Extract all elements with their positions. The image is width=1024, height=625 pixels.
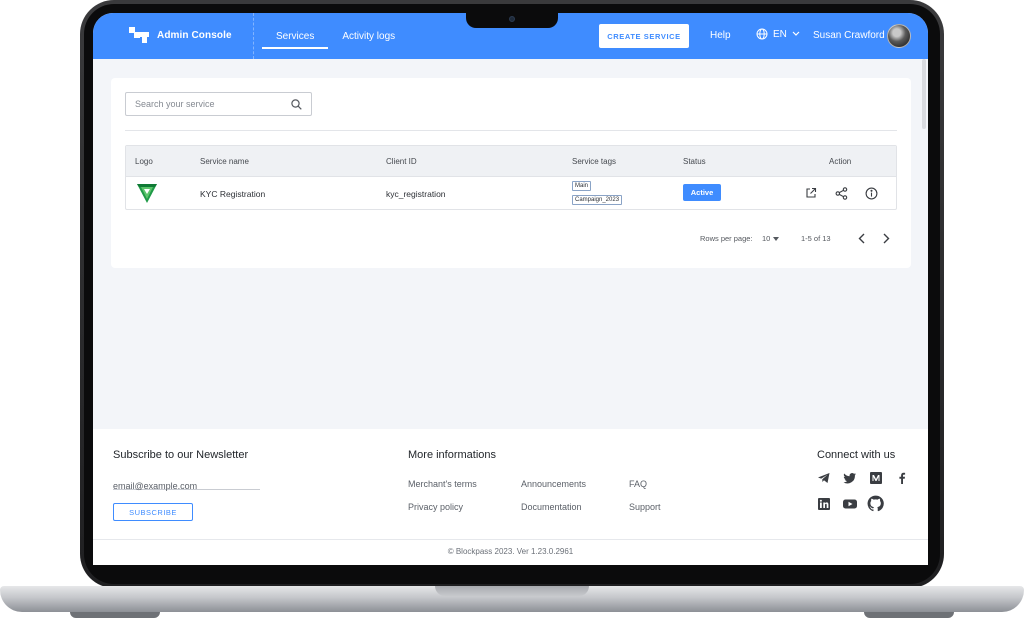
service-name[interactable]: KYC Registration bbox=[200, 189, 265, 199]
column-service-tags: Service tags bbox=[572, 157, 617, 166]
column-logo: Logo bbox=[135, 157, 153, 166]
rows-per-page-value: 10 bbox=[762, 234, 771, 243]
twitter-icon[interactable] bbox=[843, 471, 857, 485]
client-id: kyc_registration bbox=[386, 189, 446, 199]
pagination: Rows per page: 10 1-5 of 13 bbox=[111, 232, 911, 246]
column-status: Status bbox=[683, 157, 706, 166]
telegram-icon[interactable] bbox=[817, 471, 831, 485]
main-nav: Services Activity logs bbox=[262, 13, 409, 59]
header-divider bbox=[253, 13, 254, 59]
laptop-foot bbox=[864, 612, 954, 618]
page-range: 1-5 of 13 bbox=[801, 234, 831, 243]
status-badge[interactable]: Active bbox=[683, 184, 721, 201]
service-logo-icon bbox=[137, 184, 157, 203]
link-privacy-policy[interactable]: Privacy policy bbox=[408, 502, 463, 512]
medium-icon[interactable] bbox=[869, 471, 883, 485]
share-icon[interactable] bbox=[834, 186, 848, 200]
facebook-icon[interactable] bbox=[895, 471, 909, 485]
brand[interactable]: Admin Console bbox=[129, 27, 232, 43]
column-client-id: Client ID bbox=[386, 157, 417, 166]
caret-down-icon bbox=[773, 236, 780, 241]
laptop-opening-groove bbox=[435, 586, 589, 596]
tab-activity-logs[interactable]: Activity logs bbox=[328, 13, 409, 59]
rows-per-page-select[interactable]: 10 bbox=[762, 234, 780, 243]
app-screen: Admin Console Services Activity logs CRE… bbox=[93, 13, 928, 565]
more-info-title: More informations bbox=[408, 449, 497, 461]
newsletter-title: Subscribe to our Newsletter bbox=[113, 449, 249, 461]
footer: Subscribe to our Newsletter SUBSCRIBE Mo… bbox=[93, 429, 928, 539]
email-field[interactable] bbox=[113, 481, 260, 491]
link-documentation[interactable]: Documentation bbox=[521, 502, 582, 512]
table-header: Logo Service name Client ID Service tags… bbox=[126, 146, 896, 177]
info-icon[interactable] bbox=[864, 186, 878, 200]
chevron-down-icon bbox=[792, 31, 800, 36]
copyright: © Blockpass 2023. Ver 1.23.0.2961 bbox=[93, 539, 928, 565]
language-selector[interactable]: EN bbox=[756, 28, 800, 40]
github-icon[interactable] bbox=[867, 495, 884, 512]
scrollbar[interactable] bbox=[922, 59, 926, 129]
link-support[interactable]: Support bbox=[629, 502, 661, 512]
services-table: Logo Service name Client ID Service tags… bbox=[125, 145, 897, 210]
tab-services[interactable]: Services bbox=[262, 13, 329, 59]
rows-per-page-label: Rows per page: bbox=[700, 234, 753, 243]
language-label: EN bbox=[773, 28, 787, 40]
connect-title: Connect with us bbox=[817, 449, 896, 461]
laptop-foot bbox=[70, 612, 160, 618]
help-link[interactable]: Help bbox=[710, 30, 731, 41]
email-field-wrap bbox=[113, 476, 260, 491]
user-name[interactable]: Susan Crawford bbox=[813, 30, 885, 41]
globe-icon bbox=[756, 28, 768, 40]
camera-icon bbox=[509, 16, 515, 22]
divider bbox=[125, 130, 897, 131]
subscribe-button[interactable]: SUBSCRIBE bbox=[113, 503, 193, 521]
services-card: Logo Service name Client ID Service tags… bbox=[111, 78, 911, 268]
youtube-icon[interactable] bbox=[842, 496, 858, 512]
chevron-right-icon[interactable] bbox=[881, 233, 891, 244]
admin-logo-icon bbox=[129, 27, 149, 43]
table-row[interactable]: KYC Registration kyc_registration Main C… bbox=[126, 177, 896, 209]
linkedin-icon[interactable] bbox=[817, 497, 831, 511]
column-action: Action bbox=[829, 157, 852, 166]
service-tag: Campaign_2023 bbox=[572, 195, 623, 205]
search-input[interactable] bbox=[135, 99, 275, 109]
link-merchants-terms[interactable]: Merchant's terms bbox=[408, 479, 477, 489]
chevron-left-icon[interactable] bbox=[857, 233, 867, 244]
search-icon[interactable] bbox=[291, 98, 302, 110]
column-service-name: Service name bbox=[200, 157, 249, 166]
link-faq[interactable]: FAQ bbox=[629, 479, 647, 489]
service-tag: Main bbox=[572, 181, 592, 191]
camera-notch bbox=[466, 13, 558, 28]
avatar[interactable] bbox=[887, 24, 911, 48]
app-title: Admin Console bbox=[157, 29, 232, 41]
laptop-mockup: Admin Console Services Activity logs CRE… bbox=[0, 0, 1024, 625]
open-external-icon[interactable] bbox=[804, 186, 818, 200]
link-announcements[interactable]: Announcements bbox=[521, 479, 586, 489]
search-box[interactable] bbox=[125, 92, 312, 116]
create-service-button[interactable]: CREATE SERVICE bbox=[599, 24, 689, 48]
